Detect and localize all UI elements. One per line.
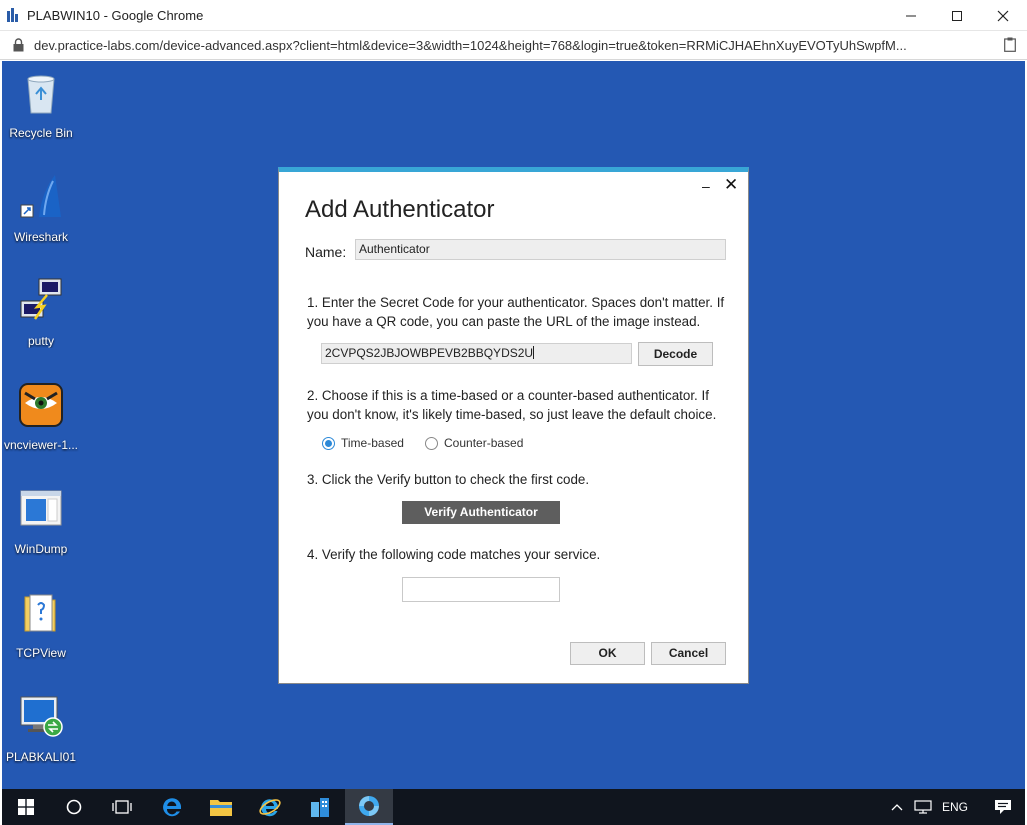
tcpview-icon [24,594,56,632]
dialog-title: Add Authenticator [305,196,495,223]
desktop-icon-recycle-bin[interactable]: Recycle Bin [2,69,80,140]
desktop-icon-label: TCPView [16,646,66,660]
system-tray: ENG [890,789,1012,825]
desktop-icon-label: vncviewer-1... [3,438,79,452]
windows-taskbar: ENG [2,789,1025,825]
task-view-icon [112,800,132,814]
windows-logo-icon [18,799,34,815]
taskbar-edge[interactable] [148,789,196,825]
verify-authenticator-button[interactable]: Verify Authenticator [402,501,560,524]
desktop-icon-label: Recycle Bin [9,126,73,140]
cancel-button[interactable]: Cancel [651,642,726,665]
desktop-icon-label: Wireshark [13,230,68,244]
close-window-button[interactable] [980,0,1026,31]
step1-instructions: 1. Enter the Secret Code for your authen… [307,295,725,329]
chevron-up-icon[interactable] [890,802,904,812]
step2-instructions: 2. Choose if this is a time-based or a c… [307,388,717,422]
secret-code-input[interactable]: 2CVPQS2JBJOWBPEVB2BBQYDS2U [321,343,632,364]
decode-button[interactable]: Decode [638,342,713,366]
internet-explorer-icon [259,799,281,817]
name-input[interactable]: Authenticator [355,239,726,260]
radio-counter-based[interactable]: Counter-based [425,436,523,450]
add-authenticator-dialog: – ✕ Add Authenticator Name: Authenticato… [278,167,749,684]
search-button[interactable] [50,789,98,825]
taskbar-file-explorer[interactable] [197,789,245,825]
desktop-icon-label: putty [27,334,54,348]
app-logo-icon [7,8,18,22]
desktop-icon-tcpview[interactable]: TCPView [2,589,80,660]
network-icon[interactable] [914,800,932,814]
url-text[interactable]: dev.practice-labs.com/device-advanced.as… [34,38,984,53]
ok-button[interactable]: OK [570,642,645,665]
maximize-window-button[interactable] [934,0,980,31]
folder-icon [210,800,232,816]
radio-unselected-icon[interactable] [425,436,438,450]
address-bar[interactable]: dev.practice-labs.com/device-advanced.as… [0,31,1027,60]
notifications-icon[interactable] [994,799,1012,815]
task-view-button[interactable] [98,789,146,825]
vncviewer-icon [19,383,63,427]
radio-time-based[interactable]: Time-based [322,436,404,450]
wireshark-icon [20,175,61,218]
remote-desktop-icon [20,696,63,737]
radio-counter-based-label: Counter-based [444,436,524,450]
lock-icon [13,38,24,52]
name-label: Name: [305,244,347,260]
dialog-close-button[interactable]: ✕ [724,175,738,195]
browser-titlebar: PLABWIN10 - Google Chrome [0,0,1027,31]
desktop-icon-label: PLABKALI01 [5,750,77,764]
desktop-icon-plabkali01[interactable]: PLABKALI01 [2,693,80,764]
edge-icon [163,798,181,817]
desktop-icon-wireshark[interactable]: Wireshark [2,173,80,244]
radio-selected-icon[interactable] [322,436,335,450]
windump-icon [20,490,62,526]
taskbar-remote-viewer[interactable] [345,789,393,825]
taskbar-buildings-app[interactable] [296,789,344,825]
step3-instructions: 3. Click the Verify button to check the … [307,472,590,487]
step4-instructions: 4. Verify the following code matches you… [307,547,601,562]
start-button[interactable] [2,789,50,825]
desktop-icon-windump[interactable]: WinDump [2,485,80,556]
recycle-bin-icon [27,75,55,114]
dialog-minimize-button[interactable]: – [702,178,710,194]
search-circle-icon [66,799,82,815]
buildings-icon [311,798,329,817]
desktop-icon-label: WinDump [14,542,68,556]
remote-viewer-icon [359,796,379,816]
minimize-window-button[interactable] [888,0,934,31]
desktop-icon-vncviewer[interactable]: vncviewer-1... [2,381,80,452]
minimize-icon [906,15,916,16]
radio-time-based-label: Time-based [341,436,404,450]
desktop-icon-putty[interactable]: putty [2,277,80,348]
window-title: PLABWIN10 - Google Chrome [27,8,204,23]
verification-code-field [402,577,560,602]
maximize-icon [952,10,962,21]
text-caret [533,346,535,359]
secret-code-value: 2CVPQS2JBJOWBPEVB2BBQYDS2U [325,346,534,360]
close-icon [997,10,1009,21]
putty-icon [20,278,62,320]
language-indicator[interactable]: ENG [942,800,968,814]
taskbar-internet-explorer[interactable] [246,789,294,825]
clipboard-icon[interactable] [1004,37,1016,52]
